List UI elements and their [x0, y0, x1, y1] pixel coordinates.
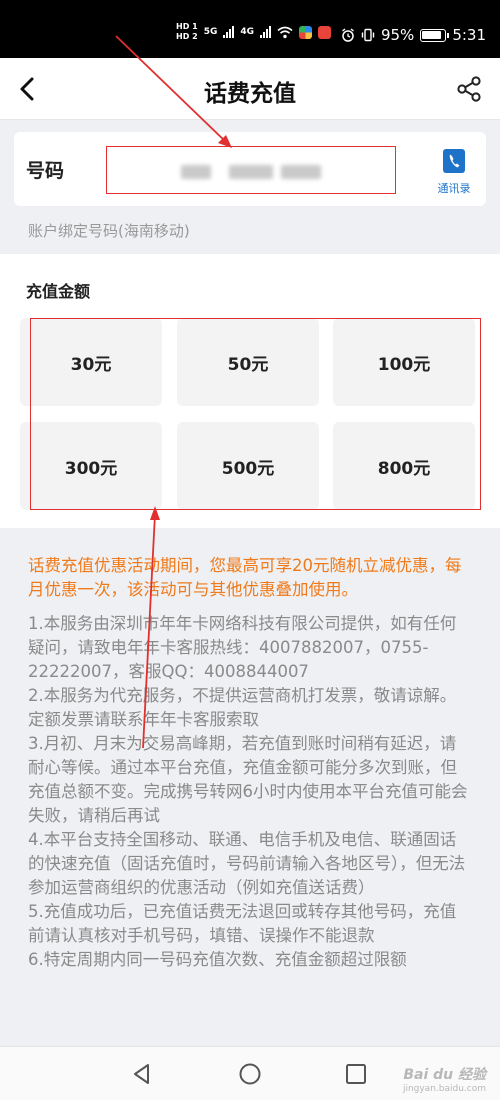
wifi-icon	[277, 26, 293, 38]
rules-section: 话费充值优惠活动期间，您最高可享20元随机立减优惠，每月优惠一次，该活动可与其他…	[0, 528, 500, 1048]
rule-item: 3.月初、月末为交易高峰期，若充值到账时间稍有延迟，请耐心等候。通过本平台充值，…	[28, 734, 468, 825]
contacts-label: 通讯录	[437, 182, 471, 195]
app-notification-icon	[299, 25, 312, 39]
app-notification-icon	[318, 25, 331, 39]
phone-number-card: 号码 通讯录	[14, 132, 486, 206]
net1-label: 5G	[203, 27, 218, 37]
blurred-number	[229, 165, 273, 179]
phone-book-icon	[443, 149, 465, 173]
share-icon	[457, 76, 481, 102]
rule-item: 1.本服务由深圳市年年卡网络科技有限公司提供，如有任何疑问，请致电年年卡客服热线…	[28, 614, 457, 681]
blurred-number	[181, 165, 211, 179]
account-binding-note: 账户绑定号码(海南移动)	[28, 222, 190, 240]
clock: 5:31	[452, 26, 486, 44]
alarm-icon	[342, 28, 354, 42]
page-title: 话费充值	[204, 81, 296, 107]
watermark-sub: jingyan.baidu.com	[402, 1084, 486, 1094]
phone-number-input[interactable]	[106, 146, 396, 194]
amount-title: 充值金额	[26, 282, 91, 301]
rules-list: 1.本服务由深圳市年年卡网络科技有限公司提供，如有任何疑问，请致电年年卡客服热线…	[28, 612, 472, 972]
phone-number-label: 号码	[26, 160, 65, 182]
status-icons-left: HD 1 HD 2 5G 4G	[176, 22, 331, 42]
status-bar: HD 1 HD 2 5G 4G 95% 5:31	[0, 0, 500, 58]
amount-highlight-box	[30, 318, 481, 510]
circle-home-icon[interactable]	[236, 1060, 264, 1088]
vibrate-icon	[361, 28, 375, 42]
contacts-button[interactable]: 通讯录	[432, 148, 476, 196]
hd1-label: HD 1	[176, 22, 198, 31]
hd-indicator: HD 1 HD 2	[176, 22, 198, 42]
square-recents-icon[interactable]	[342, 1060, 370, 1088]
hd2-label: HD 2	[176, 32, 198, 41]
nav-bar: 话费充值	[0, 58, 500, 120]
battery-percent: 95%	[380, 26, 415, 44]
rule-item: 4.本平台支持全国移动、联通、电信手机及电信、联通固话的快速充值（固话充值时，号…	[28, 830, 466, 897]
triangle-back-icon[interactable]	[128, 1060, 156, 1088]
system-nav-bar: Bai du 经验 jingyan.baidu.com	[0, 1046, 500, 1100]
rule-item: 5.充值成功后，已充值话费无法退回或转存其他号码，充值前请认真核对手机号码，填错…	[28, 902, 457, 945]
rule-item: 2.本服务为代充服务，不提供运营商机打发票，敬请谅解。定额发票请联系年年卡客服索…	[28, 686, 457, 729]
watermark-main: Bai du 经验	[403, 1067, 486, 1083]
share-button[interactable]	[454, 74, 484, 104]
promo-text: 话费充值优惠活动期间，您最高可享20元随机立减优惠，每月优惠一次，该活动可与其他…	[28, 556, 462, 599]
signal-icon	[260, 26, 271, 38]
rule-item: 6.特定周期内同一号码充值次数、充值金额超过限额	[28, 950, 407, 969]
battery-icon	[420, 28, 450, 42]
signal-icon	[223, 26, 235, 38]
status-icons-right: 95% 5:31	[341, 26, 486, 44]
blurred-number	[281, 165, 321, 179]
watermark: Bai du 经验 jingyan.baidu.com	[403, 1064, 486, 1094]
net2-label: 4G	[240, 27, 254, 37]
